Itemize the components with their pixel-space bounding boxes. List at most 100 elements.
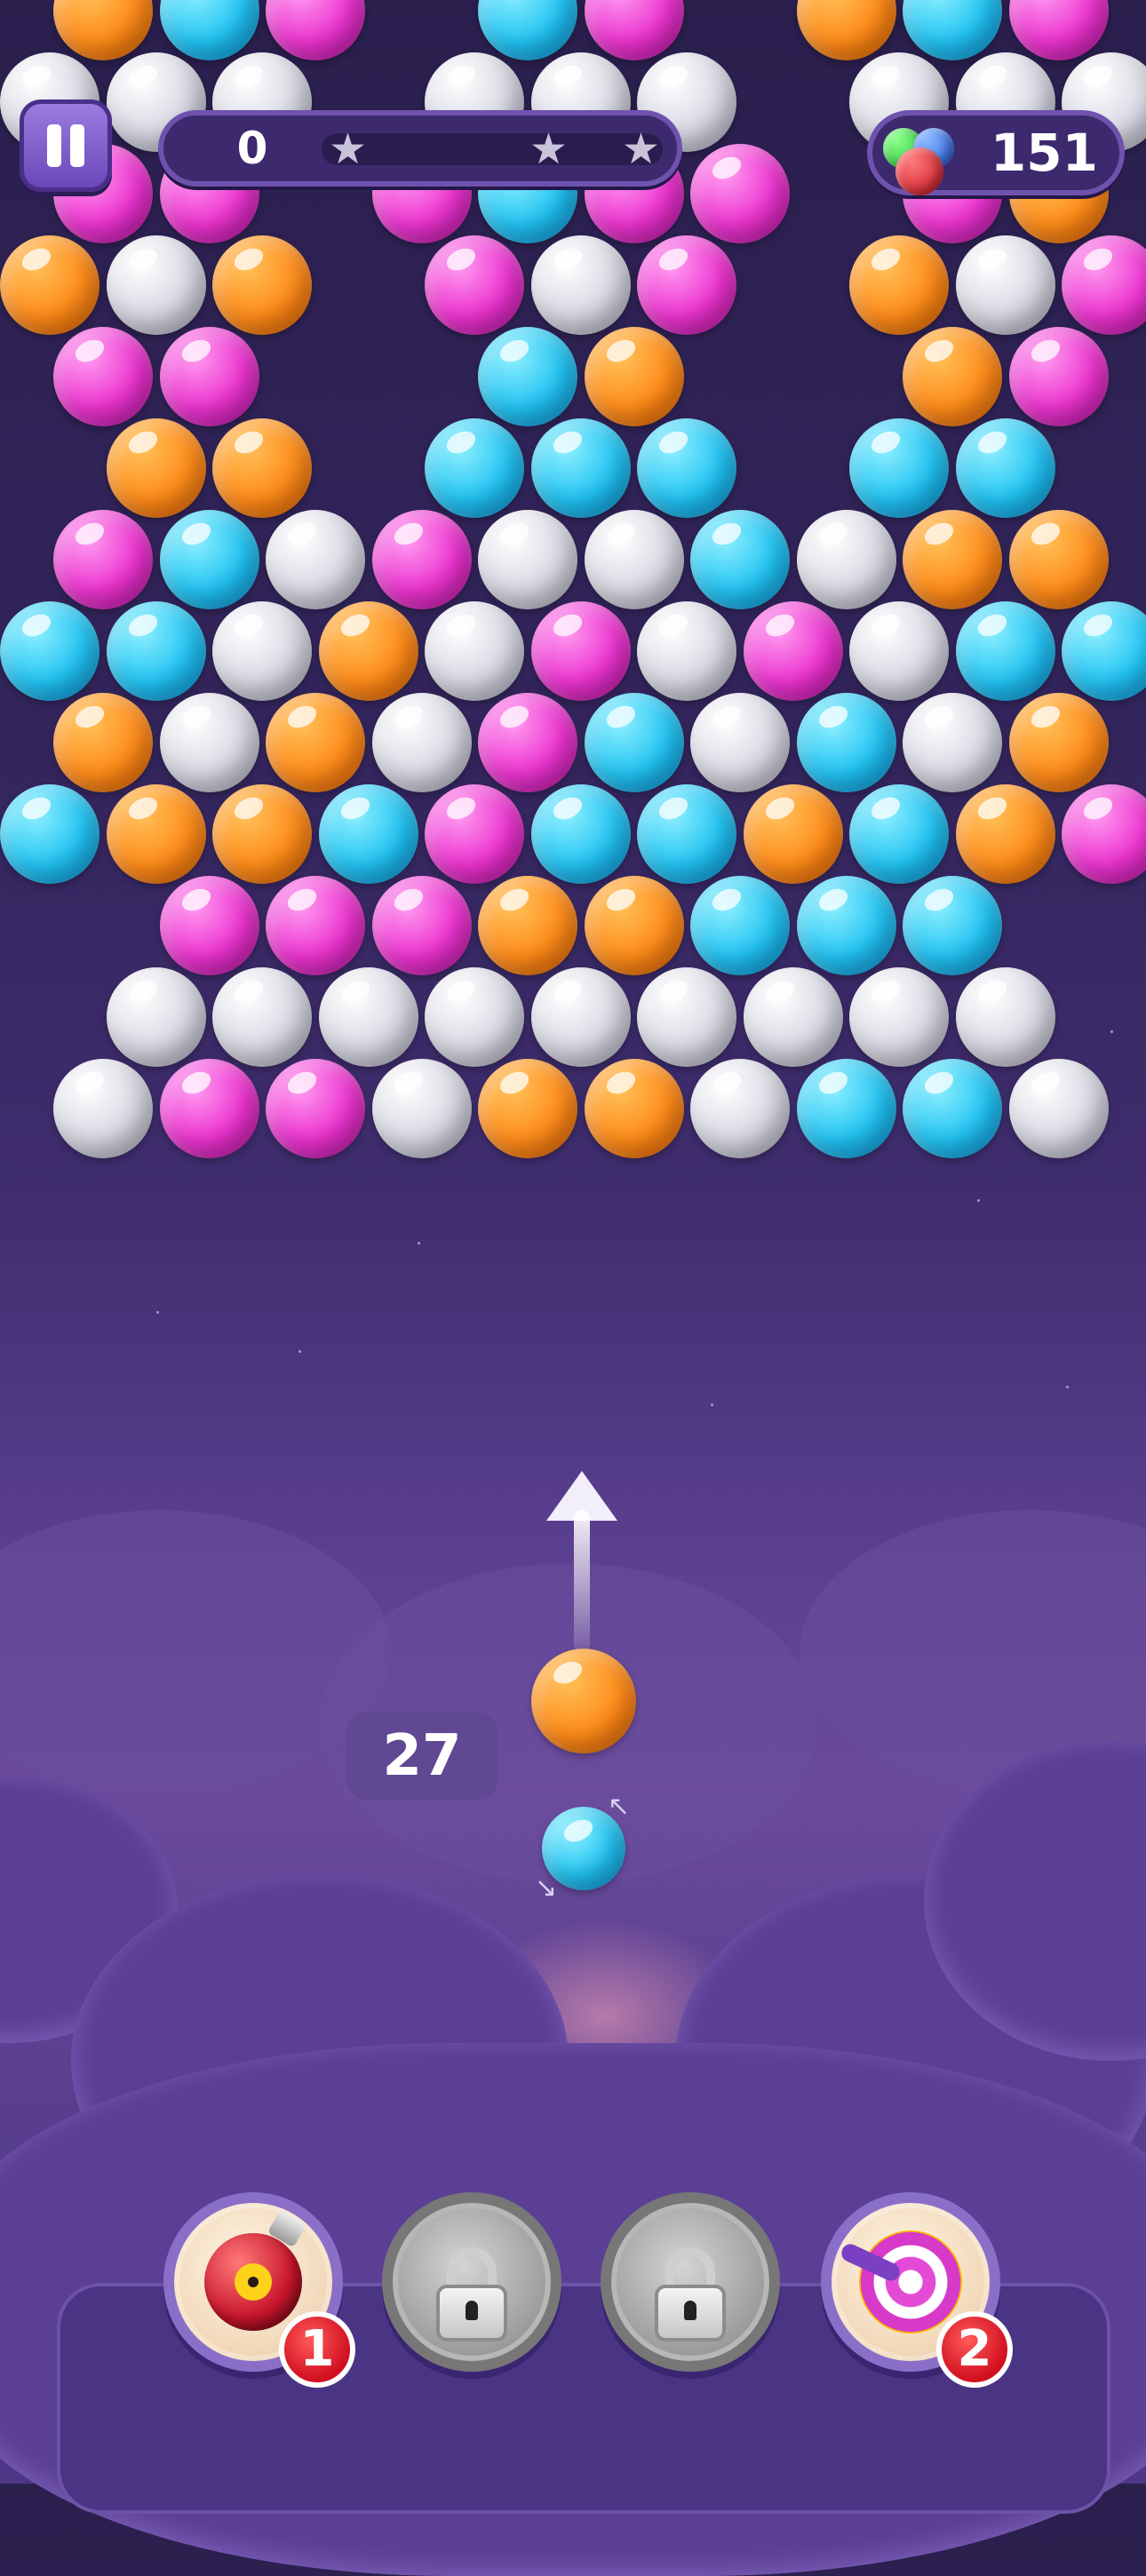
orange-bubble <box>903 510 1002 609</box>
pink-bubble <box>425 235 524 335</box>
silver-bubble <box>743 967 843 1067</box>
orange-bubble <box>849 235 949 335</box>
orange-bubble <box>212 235 312 335</box>
silver-bubble <box>425 601 524 701</box>
silver-bubble <box>371 693 472 792</box>
blue-bubble <box>903 876 1002 975</box>
silver-bubble <box>212 601 312 701</box>
orange-bubble <box>955 784 1055 884</box>
silver-bubble <box>849 601 949 701</box>
blue-bubble <box>159 0 259 60</box>
pink-bubble <box>266 1059 365 1158</box>
blue-bubble <box>690 876 790 975</box>
orange-bubble <box>0 235 99 335</box>
lock-icon <box>393 2203 551 2361</box>
silver-bubble <box>690 693 790 792</box>
pink-bubble <box>530 601 631 701</box>
pink-bubble <box>159 327 259 426</box>
orange-bubble <box>106 784 206 884</box>
blue-bubble <box>478 0 577 60</box>
orange-bubble <box>478 876 577 975</box>
pink-bubble <box>637 235 736 335</box>
silver-bubble <box>796 510 896 609</box>
silver-bubble <box>106 967 206 1067</box>
orange-bubble <box>106 418 206 518</box>
pink-bubble <box>266 0 365 60</box>
orange-bubble <box>743 784 843 884</box>
silver-bubble <box>425 967 524 1067</box>
coin-value: 151 <box>990 123 1098 183</box>
orange-bubble <box>584 1059 684 1158</box>
orange-bubble <box>478 1059 577 1158</box>
silver-bubble <box>159 693 259 792</box>
blue-bubble <box>1062 601 1146 701</box>
pink-bubble <box>1008 327 1109 426</box>
locked-booster-slot-2[interactable] <box>382 2192 561 2372</box>
blue-bubble <box>955 601 1055 701</box>
orange-bubble <box>53 693 153 792</box>
pink-bubble <box>53 510 153 609</box>
pink-bubble <box>1008 0 1109 60</box>
silver-bubble <box>530 235 631 335</box>
swap-arrows-icon[interactable]: ↘ <box>535 1872 557 1904</box>
orange-bubble <box>318 601 418 701</box>
blue-bubble <box>637 784 736 884</box>
red-ball-icon <box>895 147 943 195</box>
blue-bubble <box>955 418 1055 518</box>
orange-bubble <box>903 327 1002 426</box>
orange-bubble <box>53 0 153 60</box>
silver-bubble <box>266 510 365 609</box>
star-icon: ★ <box>329 124 368 174</box>
pause-button[interactable] <box>20 99 112 192</box>
star-icon: ★ <box>529 124 569 174</box>
orange-bubble <box>796 0 896 60</box>
orange-bubble <box>212 418 312 518</box>
blue-bubble <box>478 327 577 426</box>
pink-bubble <box>1062 235 1146 335</box>
pink-bubble <box>425 784 524 884</box>
target-dart-icon <box>839 2230 962 2334</box>
silver-bubble <box>478 510 577 609</box>
blue-bubble <box>796 876 896 975</box>
pause-icon-bar <box>70 124 84 167</box>
blue-bubble <box>849 784 949 884</box>
silver-bubble <box>849 967 949 1067</box>
target-booster-count: 2 <box>936 2311 1013 2388</box>
pause-icon <box>47 124 61 167</box>
pink-bubble <box>266 876 365 975</box>
silver-bubble <box>955 967 1055 1067</box>
silver-bubble <box>106 235 206 335</box>
score-panel: 0 ★ ★ ★ <box>158 110 682 187</box>
pink-bubble <box>690 144 790 243</box>
pink-bubble <box>159 876 259 975</box>
silver-bubble <box>318 967 418 1067</box>
swap-arrows-icon[interactable]: ↖ <box>608 1791 630 1822</box>
orange-bubble <box>212 784 312 884</box>
coin-counter[interactable]: 151 <box>867 110 1125 195</box>
silver-bubble <box>637 601 736 701</box>
silver-bubble <box>53 1059 153 1158</box>
blue-bubble <box>318 784 418 884</box>
star-icon: ★ <box>622 124 661 174</box>
pink-bubble <box>371 876 472 975</box>
pink-bubble <box>584 0 684 60</box>
orange-bubble <box>1008 510 1109 609</box>
silver-bubble <box>637 967 736 1067</box>
pink-bubble <box>159 1059 259 1158</box>
blue-bubble <box>849 418 949 518</box>
bomb-booster-count: 1 <box>279 2311 355 2388</box>
nuclear-bomb-icon <box>204 2209 307 2331</box>
pink-bubble <box>1062 784 1146 884</box>
star-progress-bar: ★ ★ ★ <box>322 124 663 174</box>
silver-bubble <box>690 1059 790 1158</box>
blue-bubble <box>637 418 736 518</box>
orange-bubble <box>584 327 684 426</box>
blue-bubble <box>903 1059 1002 1158</box>
silver-bubble <box>955 235 1055 335</box>
current-bubble[interactable] <box>531 1649 636 1753</box>
blue-bubble <box>530 418 631 518</box>
score-value: 0 <box>236 123 268 174</box>
silver-bubble <box>1008 1059 1109 1158</box>
locked-booster-slot-3[interactable] <box>601 2192 780 2372</box>
blue-bubble <box>530 784 631 884</box>
